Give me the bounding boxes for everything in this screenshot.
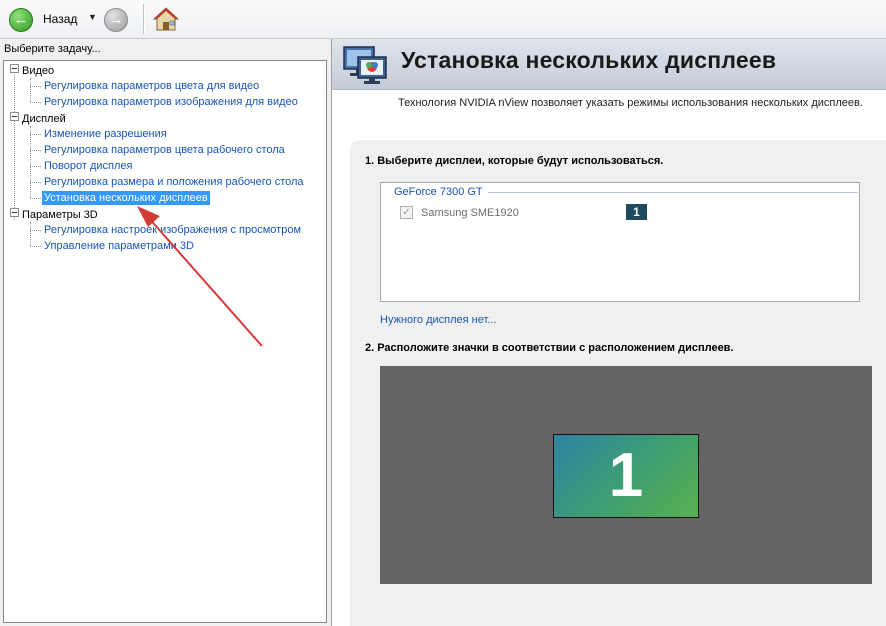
tree-line bbox=[30, 102, 41, 103]
tree-item-video-image[interactable]: Регулировка параметров изображения для в… bbox=[42, 95, 300, 109]
back-arrow-icon[interactable]: ← bbox=[9, 8, 33, 32]
tree-line bbox=[30, 126, 31, 198]
content-pane: Установка нескольких дисплеев Технология… bbox=[332, 39, 886, 626]
step-2-title: 2. Расположите значки в соответствии с р… bbox=[365, 342, 734, 354]
tree-category-label: Дисплей bbox=[22, 113, 66, 125]
home-icon[interactable] bbox=[153, 6, 179, 32]
tree-item-image-settings-preview[interactable]: Регулировка настроек изображения с просм… bbox=[42, 223, 303, 237]
collapse-icon[interactable] bbox=[10, 112, 19, 121]
collapse-icon[interactable] bbox=[10, 208, 19, 217]
tree-line bbox=[30, 230, 41, 231]
step-1-title: 1. Выберите дисплеи, которые будут испол… bbox=[365, 155, 664, 167]
tree-line bbox=[30, 198, 41, 199]
tree-item-multiple-displays[interactable]: Установка нескольких дисплеев bbox=[42, 191, 210, 205]
display-checkbox[interactable]: ✓ bbox=[400, 206, 413, 219]
tree-line bbox=[30, 86, 41, 87]
monitor-tile[interactable]: 1 bbox=[553, 434, 699, 518]
tree-line bbox=[30, 222, 31, 246]
tree-category-label: Видео bbox=[22, 65, 55, 77]
tree-line bbox=[30, 150, 41, 151]
display-number-badge: 1 bbox=[626, 204, 647, 220]
task-tree[interactable]: Видео Регулировка параметров цвета для в… bbox=[3, 60, 327, 623]
tree-item-manage-3d-settings[interactable]: Управление параметрами 3D bbox=[42, 239, 196, 253]
tree-category-display[interactable]: Дисплей bbox=[10, 112, 66, 126]
tree-item-change-resolution[interactable]: Изменение разрешения bbox=[42, 127, 169, 141]
content-area: 1. Выберите дисплеи, которые будут испол… bbox=[350, 140, 886, 626]
page-title: Установка нескольких дисплеев bbox=[401, 47, 777, 73]
display-name: Samsung SME1920 bbox=[421, 207, 519, 219]
tree-category-video[interactable]: Видео bbox=[10, 64, 54, 78]
back-dropdown-icon[interactable]: ▼ bbox=[88, 12, 97, 22]
tree-item-desktop-color[interactable]: Регулировка параметров цвета рабочего ст… bbox=[42, 143, 287, 157]
missing-display-link[interactable]: Нужного дисплея нет... bbox=[380, 314, 496, 326]
tree-line bbox=[30, 134, 41, 135]
tree-category-3d-settings[interactable]: Параметры 3D bbox=[10, 208, 98, 222]
tree-line bbox=[30, 246, 41, 247]
toolbar: ← Назад ▼ → bbox=[0, 0, 886, 39]
toolbar-separator bbox=[143, 4, 145, 34]
tree-category-label: Параметры 3D bbox=[22, 209, 98, 221]
tree-line bbox=[30, 182, 41, 183]
display-arrangement-area[interactable]: 1 bbox=[380, 366, 872, 584]
page-description: Технология NVIDIA nView позволяет указат… bbox=[398, 97, 863, 109]
back-button-label[interactable]: Назад bbox=[43, 12, 77, 26]
task-pane: Выберите задачу... Видео Регулировка пар… bbox=[0, 39, 332, 626]
tree-line bbox=[30, 78, 31, 102]
tree-line bbox=[30, 166, 41, 167]
collapse-icon[interactable] bbox=[10, 64, 19, 73]
tree-item-video-color[interactable]: Регулировка параметров цвета для видео bbox=[42, 79, 261, 93]
tree-item-desktop-size[interactable]: Регулировка размера и положения рабочего… bbox=[42, 175, 306, 189]
task-pane-title: Выберите задачу... bbox=[4, 43, 101, 55]
multi-display-icon bbox=[343, 46, 387, 84]
forward-arrow-icon[interactable]: → bbox=[104, 8, 128, 32]
page-header: Установка нескольких дисплеев bbox=[332, 39, 886, 90]
group-separator bbox=[488, 192, 858, 193]
tree-item-rotate-display[interactable]: Поворот дисплея bbox=[42, 159, 134, 173]
tree-line bbox=[14, 75, 15, 220]
display-list[interactable]: GeForce 7300 GT ✓ Samsung SME1920 1 bbox=[380, 182, 860, 302]
gpu-label: GeForce 7300 GT bbox=[394, 186, 487, 198]
